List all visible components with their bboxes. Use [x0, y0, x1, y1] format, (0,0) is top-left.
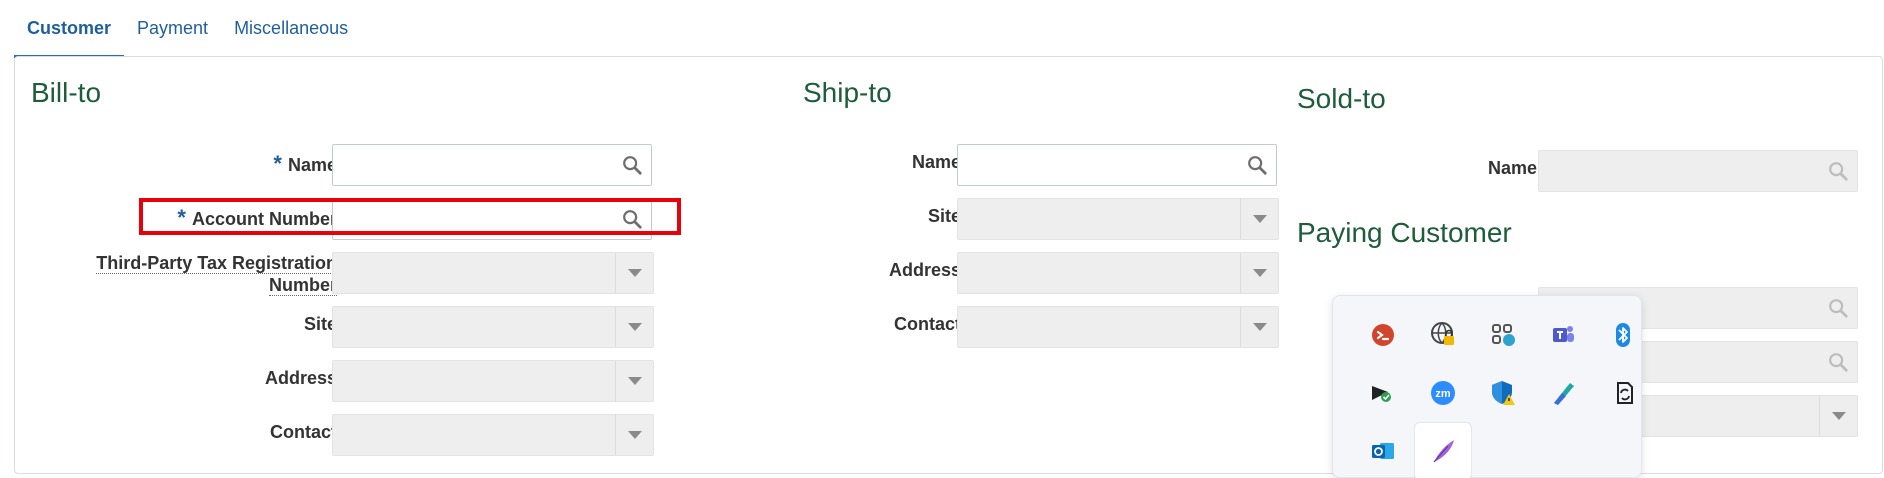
ship-to-address-label: Address [888, 260, 961, 280]
pen-app-icon[interactable] [1534, 364, 1592, 422]
ship-to-site-select[interactable] [957, 198, 1279, 240]
bill-to-site-select[interactable] [332, 306, 654, 348]
system-tray-popup: zm [1332, 295, 1642, 478]
vpn-lock-icon[interactable] [1414, 306, 1472, 364]
search-icon[interactable] [1819, 151, 1857, 191]
chevron-down-icon[interactable] [615, 307, 653, 347]
chevron-down-icon[interactable] [1240, 199, 1278, 239]
sold-to-name-input[interactable] [1538, 150, 1858, 192]
slack-sync-icon[interactable] [1474, 306, 1532, 364]
bill-to-site-label: Site [303, 314, 337, 334]
bluetooth-icon[interactable] [1594, 306, 1652, 364]
search-icon[interactable] [1819, 288, 1857, 328]
ship-to-contact-select[interactable] [957, 306, 1279, 348]
tab-payment[interactable]: Payment [124, 0, 221, 58]
bill-to-contact-select[interactable] [332, 414, 654, 456]
bill-to-address-label: Address [264, 368, 337, 388]
chevron-down-icon[interactable] [615, 415, 653, 455]
ship-to-address-select[interactable] [957, 252, 1279, 294]
chevron-down-icon[interactable] [615, 361, 653, 401]
feather-icon[interactable] [1414, 422, 1472, 478]
bill-to-address-select[interactable] [332, 360, 654, 402]
chevron-down-icon[interactable] [1240, 307, 1278, 347]
search-icon[interactable] [1819, 342, 1857, 382]
sold-to-title: Sold-to [1297, 83, 1386, 114]
paying-customer-title: Paying Customer [1297, 217, 1512, 248]
svg-text:zm: zm [1435, 388, 1451, 400]
required-asterisk: * [177, 205, 186, 230]
bill-to-name-input[interactable] [332, 144, 652, 186]
bill-to-contact-label: Contact [270, 422, 337, 442]
bill-to-name-label: * Name [273, 151, 337, 176]
security-shield-icon[interactable] [1354, 364, 1412, 422]
tab-miscellaneous[interactable]: Miscellaneous [221, 0, 361, 58]
zoom-icon[interactable]: zm [1414, 364, 1472, 422]
search-icon[interactable] [613, 199, 651, 239]
ship-to-contact-label: Contact [894, 314, 961, 334]
chevron-down-icon[interactable] [1240, 253, 1278, 293]
bill-to-tax-registration-select[interactable] [332, 252, 654, 294]
chevron-down-icon[interactable] [615, 253, 653, 293]
bill-to-tax-registration-label: Third-Party Tax Registration Number [96, 253, 337, 296]
required-asterisk: * [273, 151, 282, 176]
defender-warning-icon[interactable] [1474, 364, 1532, 422]
bill-to-account-number-label: * Account Number [177, 205, 337, 230]
tab-bar: Customer Payment Miscellaneous [14, 0, 361, 58]
sold-to-name-label: Name [1487, 158, 1537, 178]
ship-to-name-label: Name [911, 152, 961, 172]
bill-to-account-number-input[interactable] [332, 198, 652, 240]
bill-to-title: Bill-to [31, 77, 102, 108]
sync-document-icon[interactable] [1594, 364, 1652, 422]
ship-to-site-label: Site [927, 206, 961, 226]
remote-desktop-icon[interactable] [1354, 306, 1412, 364]
teams-icon[interactable] [1534, 306, 1592, 364]
ship-to-title: Ship-to [803, 77, 892, 108]
chevron-down-icon[interactable] [1819, 396, 1857, 436]
ship-to-name-input[interactable] [957, 144, 1277, 186]
tab-customer[interactable]: Customer [14, 0, 125, 58]
outlook-icon[interactable] [1354, 422, 1412, 478]
search-icon[interactable] [1238, 145, 1276, 185]
search-icon[interactable] [613, 145, 651, 185]
